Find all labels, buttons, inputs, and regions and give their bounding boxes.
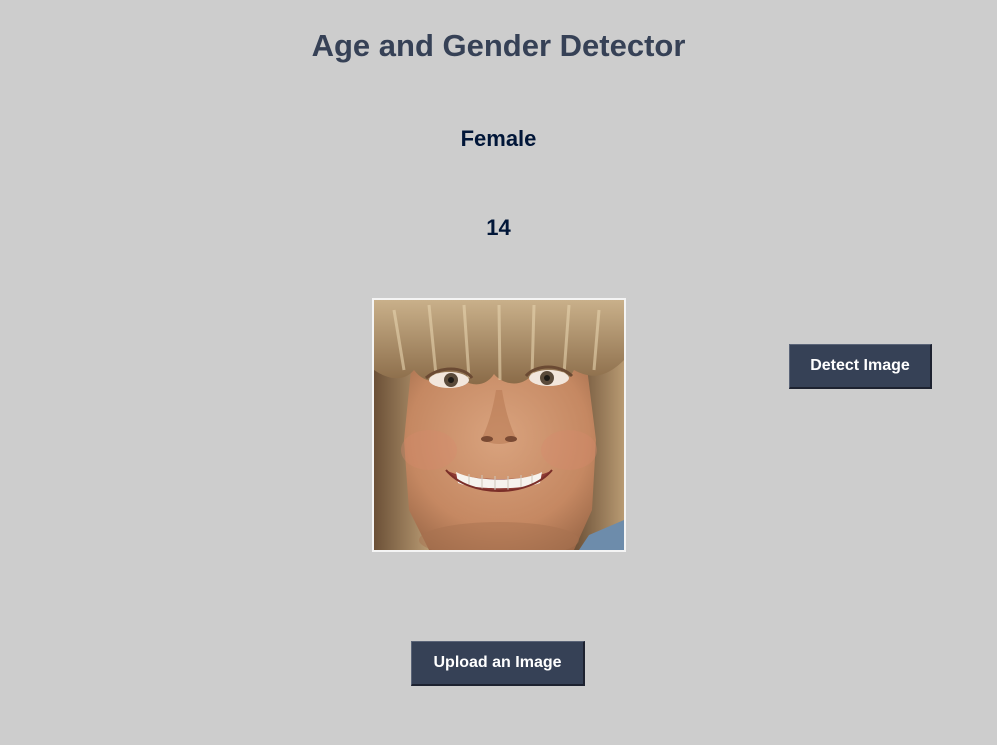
gender-result-label: Female [460,126,537,151]
detect-image-button[interactable]: Detect Image [789,344,932,389]
app-title: Age and Gender Detector [311,28,686,63]
app-window: Age and Gender Detector Female 14 Detect… [0,0,997,745]
age-result-label: 14 [486,215,511,240]
upload-image-button[interactable]: Upload an Image [411,641,585,686]
uploaded-image [372,298,626,552]
face-photo [374,300,624,550]
